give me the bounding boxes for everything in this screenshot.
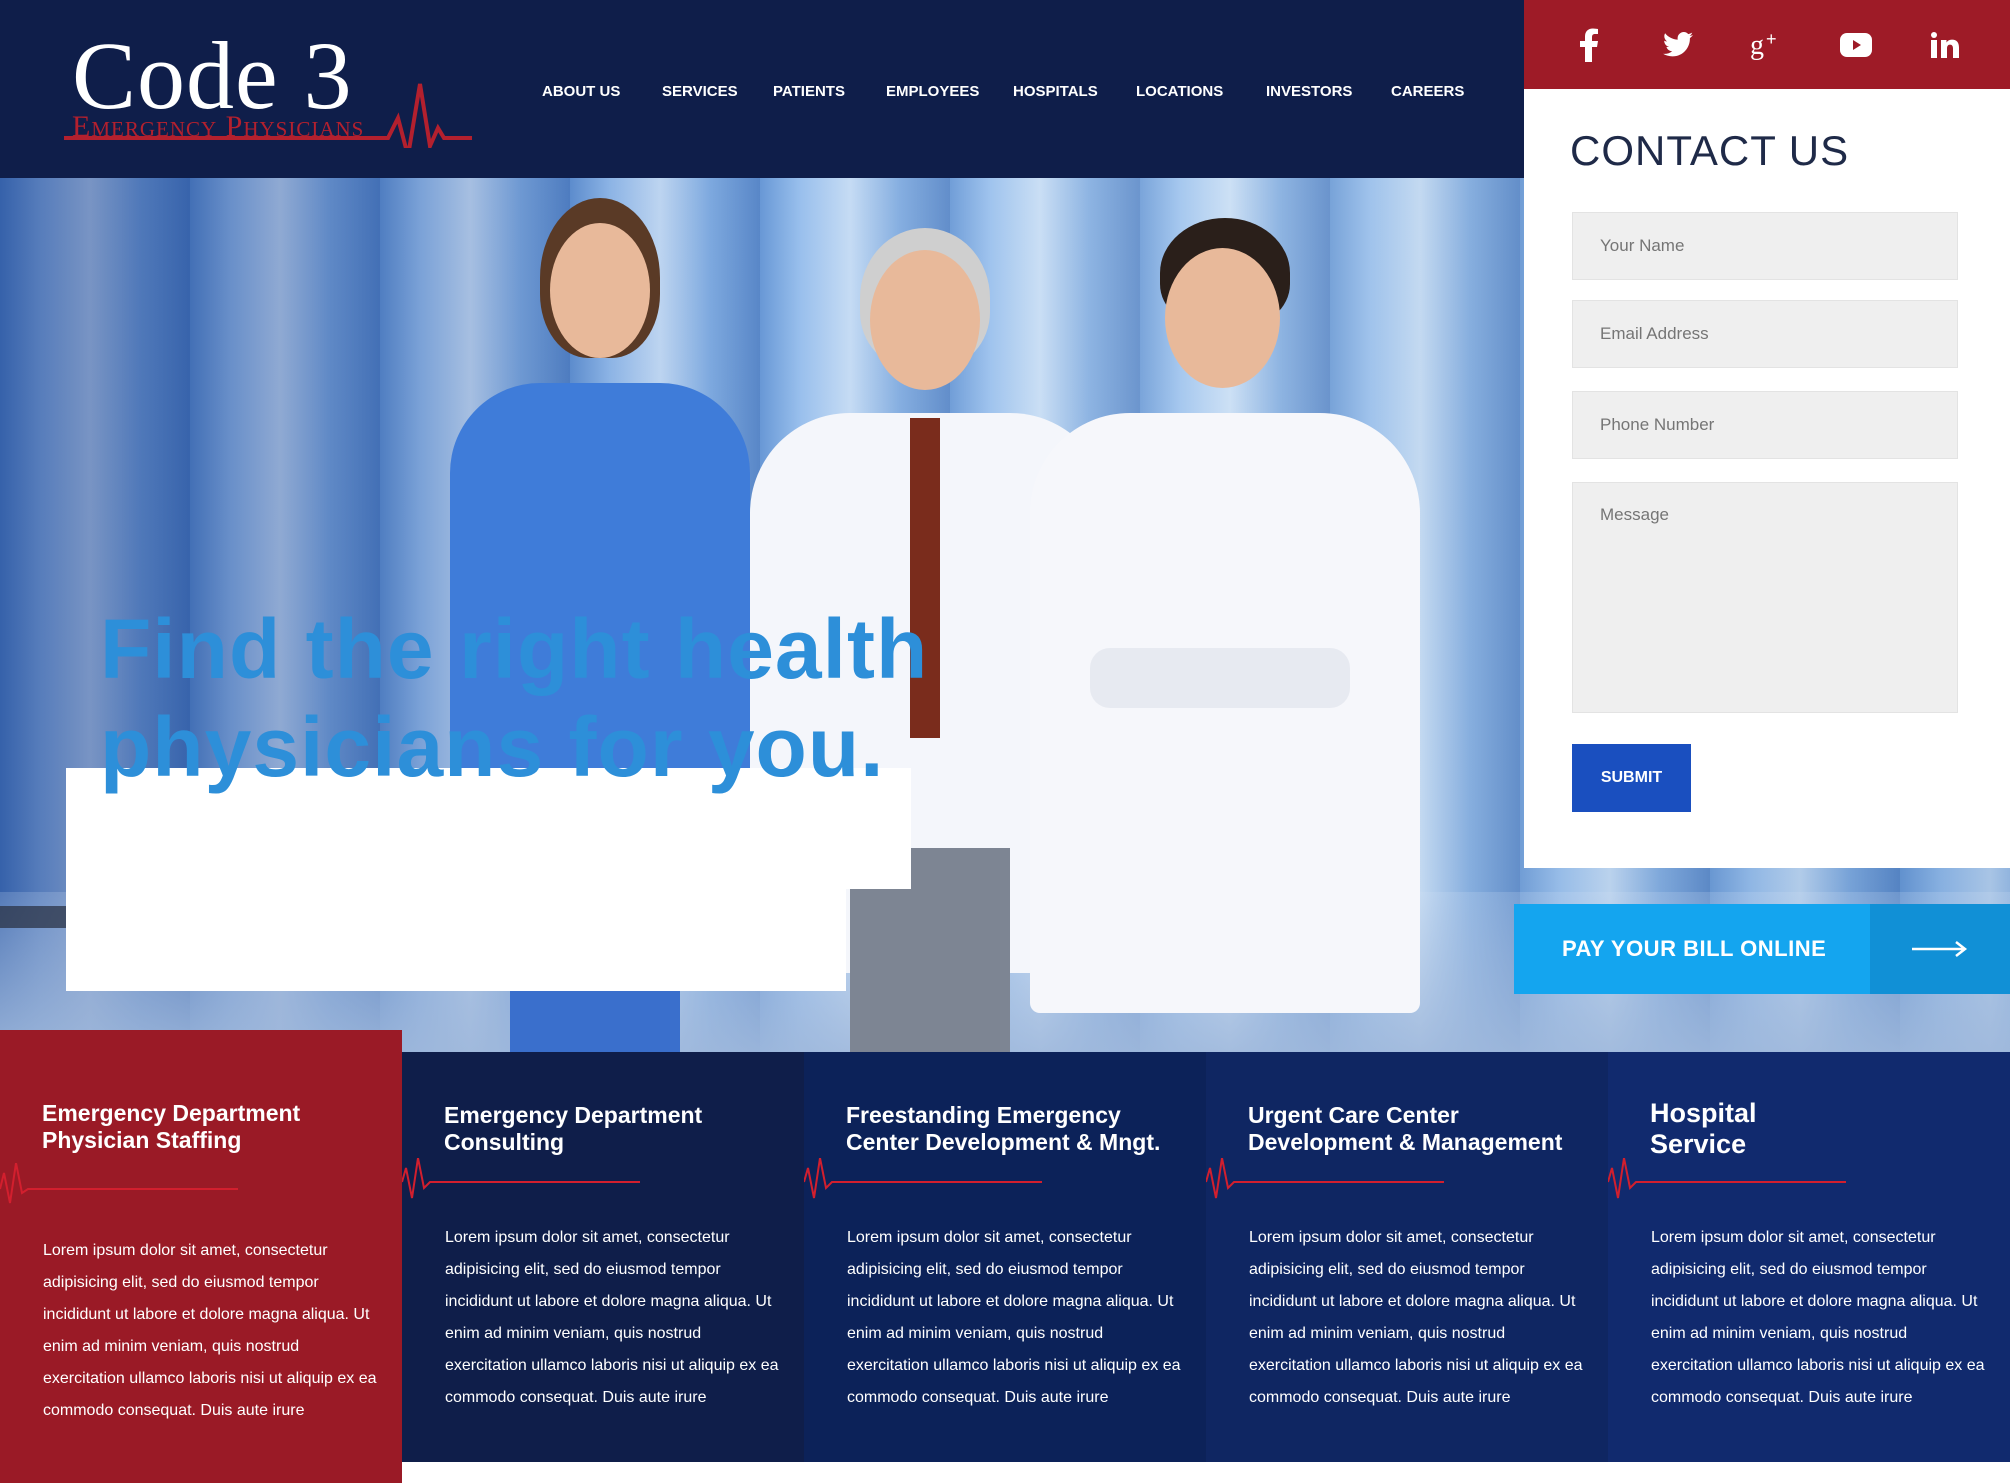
- young-doctor-figure: [1010, 218, 1430, 1052]
- service-title-line1: Hospital: [1650, 1098, 1757, 1128]
- service-description: Lorem ipsum dolor sit amet, consectetur …: [445, 1229, 779, 1406]
- message-field[interactable]: [1572, 482, 1958, 713]
- pay-bill-button[interactable]: PAY YOUR BILL ONLINE: [1514, 904, 2010, 994]
- service-card-freestanding[interactable]: Freestanding Emergency Center Developmen…: [804, 1052, 1206, 1462]
- submit-button[interactable]: SUBMIT: [1572, 744, 1691, 812]
- svg-text:+: +: [1766, 30, 1777, 49]
- name-field[interactable]: [1572, 212, 1958, 280]
- service-title-line1: Urgent Care Center: [1248, 1102, 1459, 1128]
- service-card-urgent-care[interactable]: Urgent Care Center Development & Managem…: [1206, 1052, 1608, 1462]
- site-header: Code 3 Emergency Physicians ABOUT US SER…: [0, 0, 1524, 178]
- nav-item-investors[interactable]: INVESTORS: [1266, 80, 1391, 104]
- service-card-hospital[interactable]: Hospital Service Lorem ipsum dolor sit a…: [1608, 1052, 2010, 1462]
- phone-field[interactable]: [1572, 391, 1958, 459]
- nav-item-about-us[interactable]: ABOUT US: [542, 80, 662, 104]
- main-nav: ABOUT US SERVICES PATIENTS EMPLOYEES HOS…: [542, 80, 1471, 104]
- nav-item-services[interactable]: SERVICES: [662, 80, 773, 104]
- services-section: Emergency Department Physician Staffing …: [0, 1030, 2010, 1483]
- heartbeat-divider-icon: [804, 1158, 1042, 1199]
- hero-headline-line2: physicians for you.: [100, 700, 885, 794]
- heartbeat-divider-icon: [1608, 1158, 1846, 1199]
- google-plus-icon[interactable]: g +: [1737, 15, 1797, 75]
- nav-item-hospitals[interactable]: HOSPITALS: [1013, 80, 1136, 104]
- pay-bill-label: PAY YOUR BILL ONLINE: [1562, 936, 1827, 961]
- email-field[interactable]: [1572, 300, 1958, 368]
- contact-panel: CONTACT US SUBMIT: [1524, 89, 2010, 868]
- nav-item-careers[interactable]: CAREERS: [1391, 80, 1471, 104]
- service-card-consulting[interactable]: Emergency Department Consulting Lorem ip…: [402, 1052, 804, 1462]
- svg-text:g: g: [1750, 30, 1764, 60]
- service-title: Urgent Care Center Development & Managem…: [1248, 1102, 1562, 1156]
- service-title-line2: Consulting: [444, 1129, 565, 1155]
- service-title: Emergency Department Consulting: [444, 1102, 702, 1156]
- service-description: Lorem ipsum dolor sit amet, consectetur …: [43, 1242, 377, 1419]
- facebook-icon[interactable]: [1559, 15, 1619, 75]
- arrow-right-icon: [1870, 904, 2010, 994]
- service-title-line2: Service: [1650, 1129, 1747, 1159]
- youtube-icon[interactable]: [1826, 15, 1886, 75]
- nav-item-locations[interactable]: LOCATIONS: [1136, 80, 1266, 104]
- service-title: Emergency Department Physician Staffing: [42, 1100, 300, 1154]
- service-description: Lorem ipsum dolor sit amet, consectetur …: [1651, 1229, 1985, 1406]
- service-title: Freestanding Emergency Center Developmen…: [846, 1102, 1160, 1156]
- nav-item-patients[interactable]: PATIENTS: [773, 80, 886, 104]
- contact-title: CONTACT US: [1570, 127, 1850, 174]
- service-title-line2: Center Development & Mngt.: [846, 1129, 1161, 1155]
- service-card-staffing[interactable]: Emergency Department Physician Staffing …: [0, 1030, 402, 1483]
- heartbeat-divider-icon: [0, 1163, 238, 1204]
- heartbeat-divider-icon: [1206, 1158, 1444, 1199]
- twitter-icon[interactable]: [1648, 15, 1708, 75]
- service-description: Lorem ipsum dolor sit amet, consectetur …: [847, 1229, 1181, 1406]
- logo-tagline: Emergency Physicians: [72, 110, 365, 143]
- service-description: Lorem ipsum dolor sit amet, consectetur …: [1249, 1229, 1583, 1406]
- hero-headline-line1: Find the right health: [100, 602, 929, 696]
- service-title-line1: Emergency Department: [42, 1100, 301, 1126]
- heartbeat-divider-icon: [402, 1158, 640, 1199]
- service-title: Hospital Service: [1650, 1098, 1757, 1160]
- service-title-line1: Freestanding Emergency: [846, 1102, 1121, 1128]
- service-title-line1: Emergency Department: [444, 1102, 703, 1128]
- nav-item-employees[interactable]: EMPLOYEES: [886, 80, 1013, 104]
- service-title-line2: Physician Staffing: [42, 1127, 242, 1153]
- linkedin-icon[interactable]: [1915, 15, 1975, 75]
- hero-headline: Find the right health physicians for you…: [100, 600, 928, 796]
- headline-background-bottom: [66, 889, 846, 991]
- site-logo[interactable]: Code 3 Emergency Physicians: [64, 28, 484, 148]
- service-title-line2: Development & Management: [1248, 1129, 1563, 1155]
- social-bar: g +: [1524, 0, 2010, 89]
